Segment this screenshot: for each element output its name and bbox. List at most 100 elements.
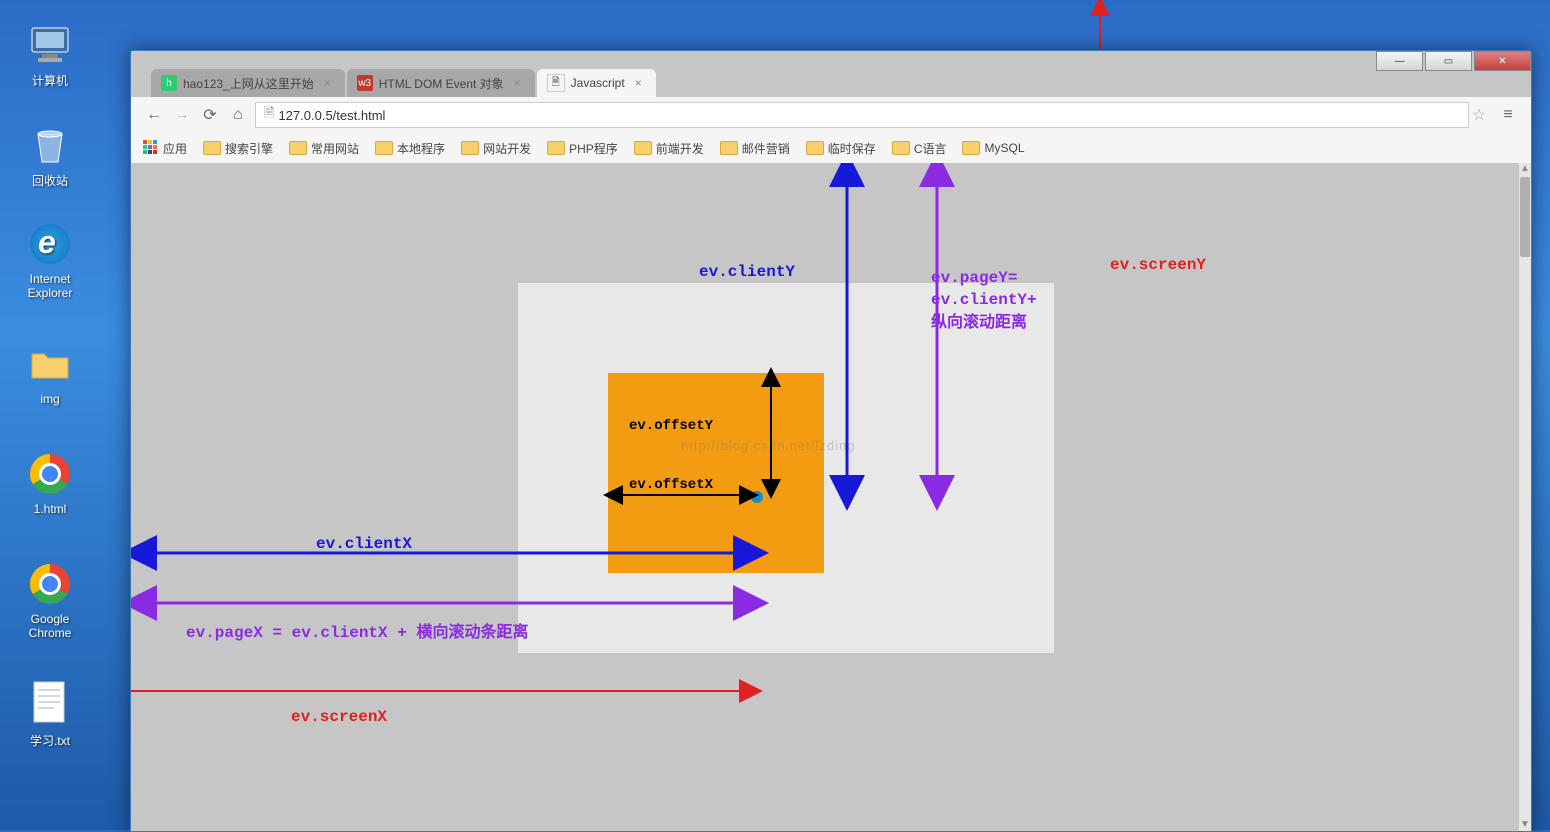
bookmark-folder[interactable]: 本地程序 [375,140,445,157]
bookmark-star-icon[interactable]: ☆ [1469,105,1489,125]
folder-icon [892,141,910,155]
browser-window: — ▭ ✕ h hao123_上网从这里开始 × w3 HTML DOM Event … [130,50,1532,832]
bookmark-label: 邮件营销 [742,140,790,157]
event-point [751,491,763,503]
desktop-icon-computer[interactable]: 计算机 [10,20,90,89]
folder-icon [547,141,565,155]
bookmark-folder[interactable]: PHP程序 [547,140,618,157]
url-bar[interactable]: 🗎 127.0.0.5/test.html [255,102,1469,128]
desktop-icon-label: 回收站 [32,174,68,188]
folder-icon [203,141,221,155]
folder-icon [461,141,479,155]
tab-label: hao123_上网从这里开始 [183,75,314,92]
inner-target-box [608,373,824,573]
url-text: 127.0.0.5/test.html [278,108,385,123]
folder-icon [289,141,307,155]
bookmark-folder[interactable]: MySQL [962,141,1024,155]
folder-icon [26,340,74,388]
desktop-icon-folder[interactable]: img [10,340,90,406]
bookmark-label: 本地程序 [397,140,445,157]
desktop-icon-txt[interactable]: 学习.txt [10,680,90,749]
bookmark-folder[interactable]: 搜索引擎 [203,140,273,157]
recycle-bin-icon [26,120,74,168]
computer-icon [26,20,74,68]
bookmark-label: PHP程序 [569,140,618,157]
tab-label: Javascript [571,76,625,90]
close-button[interactable]: ✕ [1474,51,1531,71]
label-pagex: ev.pageX = ev.clientX + 横向滚动条距离 [186,618,528,642]
home-button[interactable]: ⌂ [227,104,249,126]
tab-hao123[interactable]: h hao123_上网从这里开始 × [151,69,345,97]
desktop-icon-label: img [40,392,59,406]
bookmark-label: 前端开发 [656,140,704,157]
desktop-icon-label: Google Chrome [29,612,72,640]
page-viewport: http://blog.csdn.net/lzding ev.clientY e… [131,163,1519,831]
desktop-icon-label: 学习.txt [30,734,70,748]
favicon-hao-icon: h [161,75,177,91]
label-clientx: ev.clientX [316,535,412,553]
minimize-button[interactable]: — [1376,51,1423,71]
chrome-icon [26,560,74,608]
bookmark-label: 搜索引擎 [225,140,273,157]
label-clienty: ev.clientY [699,263,795,281]
bookmark-label: MySQL [984,141,1024,155]
folder-icon [634,141,652,155]
ie-icon [26,220,74,268]
window-controls: — ▭ ✕ [1374,51,1531,69]
desktop-icon-ie[interactable]: Internet Explorer [10,220,90,300]
tab-close-icon[interactable]: × [635,76,642,90]
scroll-down-icon[interactable]: ▼ [1519,819,1531,831]
bookmark-folder[interactable]: 常用网站 [289,140,359,157]
scroll-thumb[interactable] [1520,177,1530,257]
desktop-icon-chrome[interactable]: Google Chrome [10,560,90,640]
folder-icon [962,141,980,155]
text-file-icon [26,680,74,728]
tab-label: HTML DOM Event 对象 [379,75,504,92]
desktop-icon-label: Internet Explorer [28,272,73,300]
scroll-up-icon[interactable]: ▲ [1519,163,1531,175]
bookmark-folder[interactable]: 邮件营销 [720,140,790,157]
bookmark-folder[interactable]: 网站开发 [461,140,531,157]
page-icon: 🗎 [264,104,274,126]
label-screenx: ev.screenX [291,708,387,726]
favicon-page-icon: 🗎 [547,74,565,92]
folder-icon [806,141,824,155]
bookmark-label: 应用 [163,140,187,157]
bookmarks-bar: 应用 搜索引擎 常用网站 本地程序 网站开发 PHP程序 前端开发 邮件营销 临… [131,133,1531,164]
tab-javascript[interactable]: 🗎 Javascript × [537,69,656,97]
apps-icon [143,140,159,156]
desktop-icon-recycle[interactable]: 回收站 [10,120,90,189]
desktop-icon-html[interactable]: 1.html [10,450,90,516]
back-button[interactable]: ← [143,104,165,126]
tab-dom-event[interactable]: w3 HTML DOM Event 对象 × [347,69,535,97]
menu-button[interactable]: ≡ [1497,106,1519,124]
bookmark-label: 常用网站 [311,140,359,157]
folder-icon [375,141,393,155]
label-pagey: ev.pageY= ev.clientY+ 纵向滚动距离 [931,267,1037,334]
watermark-text: http://blog.csdn.net/lzding [681,438,855,453]
label-offsetx: ev.offsetX [629,477,713,493]
tab-close-icon[interactable]: × [324,76,331,90]
desktop: 计算机 回收站 Internet Explorer img 1.html Goo… [0,0,1550,830]
label-screeny: ev.screenY [1110,256,1206,274]
apps-button[interactable]: 应用 [143,140,187,157]
bookmark-folder[interactable]: 前端开发 [634,140,704,157]
forward-button[interactable]: → [171,104,193,126]
tab-close-icon[interactable]: × [514,76,521,90]
maximize-button[interactable]: ▭ [1425,51,1472,71]
desktop-icon-label: 计算机 [32,74,68,88]
label-offsety: ev.offsetY [629,418,713,434]
bookmark-label: 网站开发 [483,140,531,157]
bookmark-folder[interactable]: C语言 [892,140,947,157]
bookmark-label: C语言 [914,140,947,157]
reload-button[interactable]: ⟳ [199,104,221,126]
scrollbar[interactable]: ▲ ▼ [1519,163,1531,831]
chrome-icon [26,450,74,498]
tab-strip: h hao123_上网从这里开始 × w3 HTML DOM Event 对象 × 🗎 J… [151,65,658,97]
favicon-w3-icon: w3 [357,75,373,91]
desktop-icon-label: 1.html [34,502,67,516]
bookmark-label: 临时保存 [828,140,876,157]
bookmark-folder[interactable]: 临时保存 [806,140,876,157]
omnibar: ← → ⟳ ⌂ 🗎 127.0.0.5/test.html ☆ ≡ [131,97,1531,134]
folder-icon [720,141,738,155]
